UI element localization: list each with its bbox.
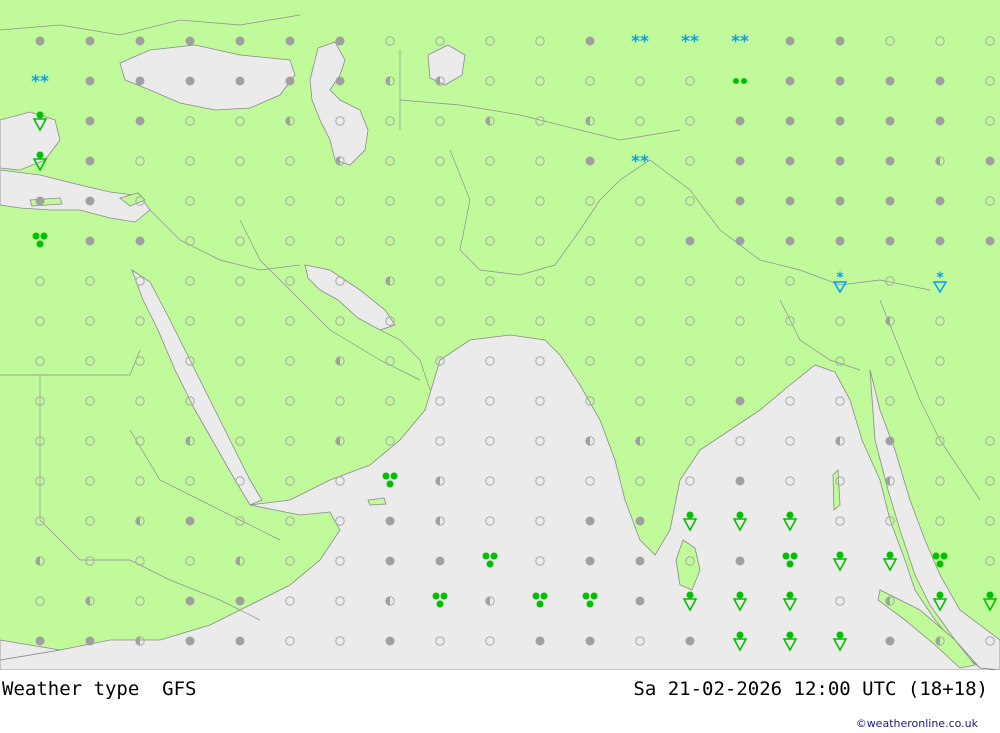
weather-map: ** ** ******* * [0, 0, 1000, 670]
overcast-dot [835, 196, 845, 206]
overcast-dot [85, 76, 95, 86]
overcast-dot [385, 636, 395, 646]
overcast-dot [835, 156, 845, 166]
svg-text:**: ** [731, 32, 749, 52]
overcast-dot [235, 76, 245, 86]
snow-icon: ** [731, 32, 749, 52]
overcast-dot [785, 156, 795, 166]
model-label: GFS [162, 678, 197, 700]
valid-time: Sa 21-02-2026 12:00 UTC (18+18) [633, 678, 988, 700]
overcast-dot [385, 556, 395, 566]
svg-text:**: ** [31, 72, 49, 92]
overcast-dot [935, 116, 945, 126]
overcast-dot [135, 116, 145, 126]
overcast-dot [935, 236, 945, 246]
overcast-dot [185, 516, 195, 526]
overcast-dot [85, 36, 95, 46]
overcast-dot [935, 76, 945, 86]
overcast-dot [885, 436, 895, 446]
map-title: Weather type GFS [2, 678, 197, 700]
overcast-dot [235, 596, 245, 606]
overcast-dot [85, 636, 95, 646]
overcast-dot [735, 396, 745, 406]
overcast-dot [185, 596, 195, 606]
overcast-dot [785, 196, 795, 206]
overcast-dot [135, 76, 145, 86]
overcast-dot [835, 36, 845, 46]
snow-icon: ** [681, 32, 699, 52]
overcast-dot [835, 76, 845, 86]
overcast-dot [835, 116, 845, 126]
overcast-dot [585, 636, 595, 646]
overcast-dot [885, 156, 895, 166]
overcast-dot [135, 36, 145, 46]
overcast-dot [835, 236, 845, 246]
overcast-dot [635, 556, 645, 566]
overcast-dot [135, 236, 145, 246]
overcast-dot [935, 196, 945, 206]
overcast-dot [735, 116, 745, 126]
overcast-dot [185, 636, 195, 646]
overcast-dot [435, 556, 445, 566]
svg-text:**: ** [631, 152, 649, 172]
overcast-dot [635, 596, 645, 606]
overcast-dot [585, 36, 595, 46]
overcast-dot [85, 236, 95, 246]
overcast-dot [285, 36, 295, 46]
overcast-dot [685, 636, 695, 646]
overcast-dot [885, 236, 895, 246]
overcast-dot [735, 476, 745, 486]
overcast-dot [585, 156, 595, 166]
snow-icon: ** [631, 32, 649, 52]
overcast-dot [85, 156, 95, 166]
overcast-dot [735, 236, 745, 246]
overcast-dot [985, 156, 995, 166]
overcast-dot [885, 196, 895, 206]
overcast-dot [35, 36, 45, 46]
footer: Weather type GFS Sa 21-02-2026 12:00 UTC… [0, 670, 1000, 733]
credit-link[interactable]: ©weatheronline.co.uk [856, 717, 978, 730]
snow-icon: ** [31, 72, 49, 92]
overcast-dot [385, 516, 395, 526]
overcast-dot [585, 556, 595, 566]
overcast-dot [35, 636, 45, 646]
overcast-dot [885, 636, 895, 646]
overcast-dot [85, 116, 95, 126]
overcast-dot [335, 76, 345, 86]
overcast-dot [185, 76, 195, 86]
overcast-dot [735, 556, 745, 566]
svg-text:*: * [936, 270, 944, 286]
overcast-dot [285, 76, 295, 86]
overcast-dot [35, 196, 45, 206]
overcast-dot [785, 36, 795, 46]
overcast-dot [335, 36, 345, 46]
overcast-dot [785, 116, 795, 126]
overcast-dot [535, 636, 545, 646]
overcast-dot [885, 76, 895, 86]
overcast-dot [785, 76, 795, 86]
overcast-dot [735, 196, 745, 206]
overcast-dot [185, 36, 195, 46]
overcast-dot [85, 196, 95, 206]
snow-icon: ** [631, 152, 649, 172]
overcast-dot [635, 516, 645, 526]
overcast-dot [585, 516, 595, 526]
overcast-dot [885, 116, 895, 126]
overcast-dot [735, 156, 745, 166]
overcast-dot [235, 636, 245, 646]
overcast-dot [785, 236, 795, 246]
overcast-dot [235, 36, 245, 46]
product-label: Weather type [2, 678, 140, 700]
overcast-dot [685, 236, 695, 246]
svg-text:**: ** [681, 32, 699, 52]
svg-text:**: ** [631, 32, 649, 52]
svg-text:*: * [836, 270, 844, 286]
overcast-dot [985, 236, 995, 246]
